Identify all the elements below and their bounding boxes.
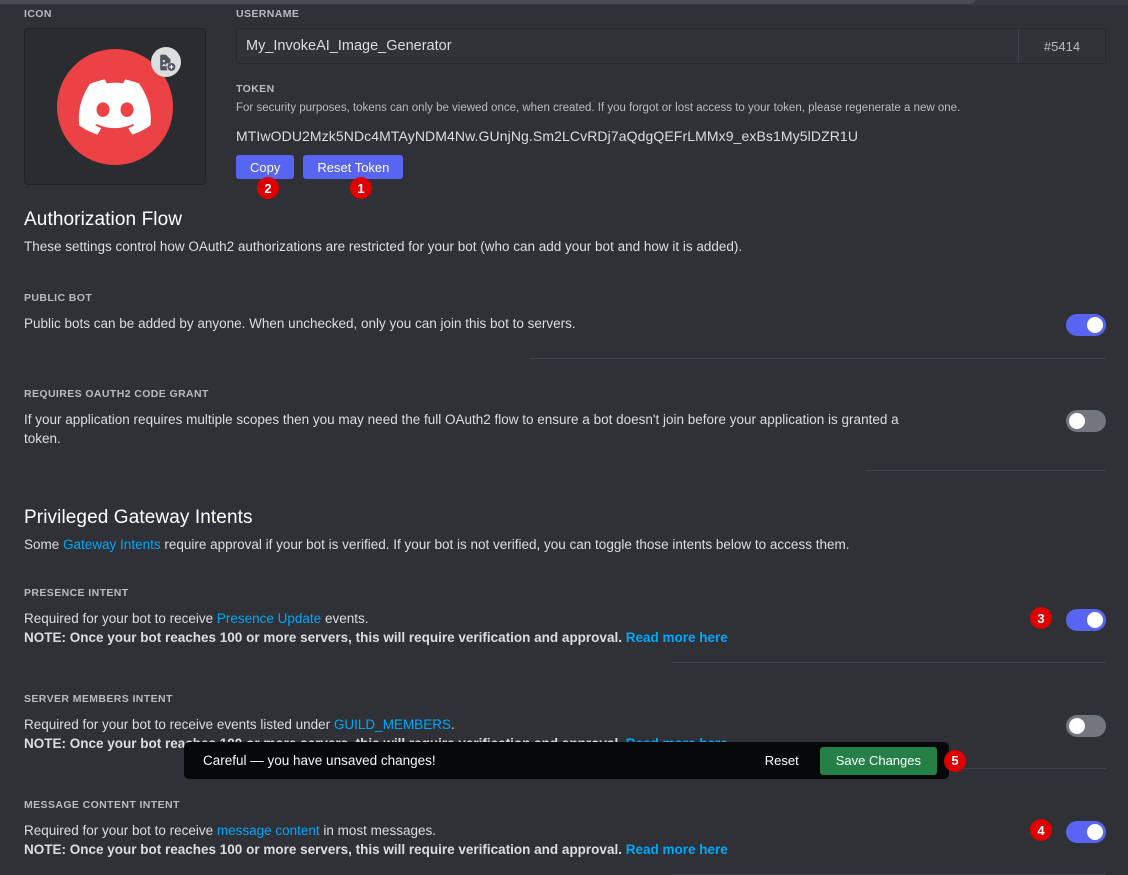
credentials-column: USERNAME My_InvokeAI_Image_Generator #54… — [236, 8, 1106, 199]
server-members-desc-prefix: Required for your bot to receive events … — [24, 717, 334, 732]
message-content-intent-description: Required for your bot to receive message… — [24, 821, 728, 840]
toggle-knob — [1087, 824, 1103, 840]
public-bot-description: Public bots can be added by anyone. When… — [24, 316, 576, 331]
icon-label: ICON — [24, 8, 52, 20]
message-content-intent-text: Required for your bot to receive message… — [24, 821, 728, 859]
username-label: USERNAME — [236, 8, 300, 20]
section-divider — [672, 662, 1106, 663]
server-members-intent-toggle[interactable] — [1066, 715, 1106, 737]
toggle-knob — [1069, 718, 1085, 734]
message-content-desc-prefix: Required for your bot to receive — [24, 823, 217, 838]
presence-update-link[interactable]: Presence Update — [217, 611, 321, 626]
authorization-flow-description: These settings control how OAuth2 author… — [24, 239, 743, 254]
bot-settings-page: ICON USERNAME My_InvokeAI_Image_Generato… — [0, 5, 1128, 875]
oauth2-code-grant-setting: REQUIRES OAUTH2 CODE GRANT If your appli… — [24, 388, 1106, 471]
presence-read-more-link[interactable]: Read more here — [626, 630, 728, 645]
oauth2-code-grant-description: If your application requires multiple sc… — [24, 412, 899, 446]
server-members-desc-suffix: . — [450, 717, 455, 732]
toggle-knob — [1069, 413, 1085, 429]
server-members-intent-description: Required for your bot to receive events … — [24, 715, 728, 734]
presence-intent-text: Required for your bot to receive Presenc… — [24, 609, 728, 647]
section-divider — [530, 358, 1106, 359]
presence-intent-note: NOTE: Once your bot reaches 100 or more … — [24, 628, 728, 647]
token-actions: Copy Reset Token 2 1 — [236, 155, 1106, 199]
token-section: TOKEN For security purposes, tokens can … — [236, 83, 1106, 199]
annotation-badge-5: 5 — [944, 749, 966, 772]
oauth2-code-grant-label: REQUIRES OAUTH2 CODE GRANT — [24, 388, 209, 400]
presence-intent-toggle[interactable] — [1066, 609, 1106, 631]
unsaved-changes-message: Careful — you have unsaved changes! — [203, 753, 436, 768]
presence-desc-suffix: events. — [321, 611, 369, 626]
gateway-intents-title: Privileged Gateway Intents — [24, 507, 253, 528]
gateway-intents-link[interactable]: Gateway Intents — [63, 537, 161, 552]
public-bot-label: PUBLIC BOT — [24, 292, 93, 304]
message-content-intent-note: NOTE: Once your bot reaches 100 or more … — [24, 840, 728, 859]
bot-icon-uploader[interactable] — [24, 28, 206, 185]
icon-column: ICON — [24, 8, 208, 185]
message-content-intent-label: MESSAGE CONTENT INTENT — [24, 799, 180, 811]
save-changes-button[interactable]: Save Changes — [819, 746, 937, 775]
token-label: TOKEN — [236, 83, 275, 95]
unsaved-changes-bar: Careful — you have unsaved changes! Rese… — [184, 742, 966, 779]
message-content-intent-setting: MESSAGE CONTENT INTENT Required for your… — [24, 799, 1106, 875]
token-description: For security purposes, tokens can only b… — [236, 102, 961, 114]
annotation-badge-3: 3 — [1030, 607, 1052, 629]
presence-intent-setting: PRESENCE INTENT Required for your bot to… — [24, 587, 1106, 663]
public-bot-toggle[interactable] — [1066, 314, 1106, 336]
oauth2-code-grant-toggle[interactable] — [1066, 410, 1106, 432]
gateway-intents-desc-suffix: require approval if your bot is verified… — [160, 537, 850, 552]
username-value[interactable]: My_InvokeAI_Image_Generator — [237, 29, 1018, 63]
add-image-icon[interactable] — [151, 47, 181, 77]
username-input[interactable]: My_InvokeAI_Image_Generator #5414 — [236, 28, 1106, 64]
message-content-read-more-link[interactable]: Read more here — [626, 842, 728, 857]
presence-intent-description: Required for your bot to receive Presenc… — [24, 609, 728, 628]
authorization-flow-section: Authorization Flow These settings contro… — [0, 209, 1128, 471]
public-bot-setting: PUBLIC BOT Public bots can be added by a… — [24, 292, 1106, 359]
copy-token-button[interactable]: Copy — [236, 155, 295, 179]
gateway-intents-section: Privileged Gateway Intents Some Gateway … — [0, 507, 1128, 875]
reset-changes-button[interactable]: Reset — [759, 749, 805, 772]
reset-token-button[interactable]: Reset Token — [303, 155, 404, 179]
presence-desc-prefix: Required for your bot to receive — [24, 611, 217, 626]
discriminator-value: #5414 — [1018, 29, 1105, 63]
guild-members-link[interactable]: GUILD_MEMBERS — [334, 717, 451, 732]
identity-section: ICON USERNAME My_InvokeAI_Image_Generato… — [0, 5, 1128, 199]
token-value: MTIwODU2Mzk5NDc4MTAyNDM4Nw.GUnjNg.Sm2LCv… — [236, 128, 859, 144]
authorization-flow-title: Authorization Flow — [24, 209, 183, 230]
message-content-note-text: NOTE: Once your bot reaches 100 or more … — [24, 842, 622, 857]
gateway-intents-desc-prefix: Some — [24, 537, 64, 552]
presence-note-text: NOTE: Once your bot reaches 100 or more … — [24, 630, 622, 645]
message-content-desc-suffix: in most messages. — [319, 823, 436, 838]
message-content-link[interactable]: message content — [217, 823, 320, 838]
server-members-intent-label: SERVER MEMBERS INTENT — [24, 693, 173, 705]
annotation-badge-4: 4 — [1030, 819, 1052, 841]
toggle-knob — [1087, 317, 1103, 333]
presence-intent-label: PRESENCE INTENT — [24, 587, 129, 599]
gateway-intents-description: Some Gateway Intents require approval if… — [24, 537, 1106, 552]
toggle-knob — [1087, 612, 1103, 628]
section-divider — [866, 470, 1106, 471]
annotation-badge-1: 1 — [350, 177, 372, 199]
message-content-intent-toggle[interactable] — [1066, 821, 1106, 843]
annotation-badge-2: 2 — [257, 177, 279, 199]
